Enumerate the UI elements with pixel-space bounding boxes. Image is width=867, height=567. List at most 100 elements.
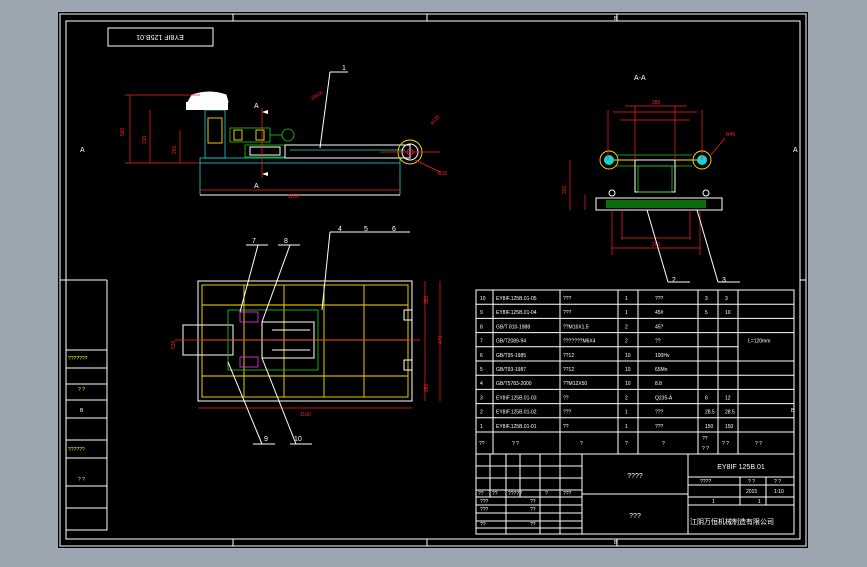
bom-cell-mat: 65Mn xyxy=(655,367,668,373)
callout-5: 5 xyxy=(364,226,368,233)
bom-cell-w1: 150 xyxy=(705,424,714,430)
tb-r1-0: ?? xyxy=(478,491,484,497)
tb-r4-1: ?? xyxy=(530,522,536,528)
bom-cell-mat: Q235-A xyxy=(655,395,673,401)
bom-cell-note: L=120mm xyxy=(748,339,770,345)
bom-cell-code: GB/T93-1987 xyxy=(496,367,526,373)
bom-cell-qty: 1 xyxy=(625,310,628,316)
dim-front-low: 250 xyxy=(172,145,178,154)
bom-cell-mat: 45# xyxy=(655,310,664,316)
callout-4: 4 xyxy=(338,226,342,233)
bom-h-total: ? ? xyxy=(722,441,729,447)
bom-h-note: ? ? xyxy=(755,441,762,447)
callout-7: 7 xyxy=(252,238,256,245)
bom-cell-code: EY8IF.125B.01-05 xyxy=(496,296,537,302)
bom-cell-w2: 150 xyxy=(725,424,734,430)
bom-cell-no: 10 xyxy=(480,296,486,302)
bom-cell-w2: 28.5 xyxy=(725,410,735,416)
dim-front-mid: 315 xyxy=(142,135,148,144)
bom-cell-code: GB/T5783-2000 xyxy=(496,381,532,387)
bom-cell-qty: 10 xyxy=(625,353,631,359)
bom-h-mat: ? xyxy=(662,441,665,447)
bom-cell-name: ?? xyxy=(563,424,569,430)
left-panel-row-1: ??????? xyxy=(68,356,88,362)
bom-cell-name: ??? xyxy=(563,310,572,316)
tb-sheet-b: 1 xyxy=(758,499,761,505)
callout-6: 6 xyxy=(392,226,396,233)
tb-meta-0: ???? xyxy=(700,479,711,485)
tb-r2-1: ?? xyxy=(530,499,536,505)
section-title: A-A xyxy=(634,75,646,82)
dim-top-w2: 470 xyxy=(438,335,444,344)
bom-cell-qty: 1 xyxy=(625,424,628,430)
bom-cell-code: EY8IF.125B.01-01 xyxy=(496,424,537,430)
bom-cell-qty: 1 xyxy=(625,296,628,302)
tb-r4-0: ?? xyxy=(480,522,486,528)
bom-cell-no: 3 xyxy=(480,395,483,401)
bom-cell-no: 2 xyxy=(480,410,483,416)
bom-cell-code: EY8IF.125B.01-02 xyxy=(496,410,537,416)
tb-r3-1: ?? xyxy=(530,507,536,513)
bom-cell-w1: 6 xyxy=(705,395,708,401)
bom-cell-qty: 10 xyxy=(625,367,631,373)
bom-cell-name: ?? xyxy=(563,395,569,401)
bom-cell-no: 6 xyxy=(480,353,483,359)
callout-2: 2 xyxy=(672,277,676,284)
bom-cell-name: ???????M6X4 xyxy=(563,339,596,345)
tb-r1-4: ??? xyxy=(563,491,572,497)
tb-sheet-a: 1 xyxy=(712,499,715,505)
dim-section-top: 280 xyxy=(652,100,661,106)
dim-front-height: 560 xyxy=(120,127,126,136)
bom-cell-code: GB/T2089-94 xyxy=(496,339,526,345)
tb-year: 2015 xyxy=(746,489,757,495)
callout-10: 10 xyxy=(294,436,302,443)
tb-r2-0: ??? xyxy=(480,499,489,505)
drawing-code: EY8IF 125B.01 xyxy=(717,464,765,471)
cad-drawing: B A A B B EY8IF 125B.01 ??????? ? ? B ??… xyxy=(58,12,808,548)
bom-cell-code: GB/T95-1985 xyxy=(496,353,526,359)
bom-cell-mat: 8.8 xyxy=(655,381,662,387)
code-box-text: EY8IF 125B.01 xyxy=(136,33,184,40)
bom-cell-name: ??12 xyxy=(563,353,574,359)
bom-cell-mat: ?? xyxy=(655,339,661,345)
bom-cell-w1: 5 xyxy=(705,310,708,316)
bom-cell-qty: 1 xyxy=(625,410,628,416)
bom-h-w1: ?? xyxy=(702,436,708,442)
bom-cell-name: ??M16X1.5 xyxy=(563,324,589,330)
callout-3: 3 xyxy=(722,277,726,284)
left-panel-row-4: ?????? xyxy=(68,447,85,453)
bom-cell-no: 9 xyxy=(480,310,483,316)
tb-meta-2: ? ? xyxy=(774,479,781,485)
bom-cell-code: EY8IF.125B.01-04 xyxy=(496,310,537,316)
bom-cell-mat: ??? xyxy=(655,296,664,302)
bom-cell-code: EY8IF.125B.01-03 xyxy=(496,395,537,401)
scale-text: ??? xyxy=(629,513,641,520)
dim-front-length: 1100 xyxy=(288,194,299,200)
bom-cell-name: ??? xyxy=(563,410,572,416)
zone-left: A xyxy=(80,147,85,154)
dim-top-stub: 530 xyxy=(171,340,177,349)
bom-cell-mat: ??? xyxy=(655,424,664,430)
dim-section-height: 320 xyxy=(562,185,568,194)
bom-cell-no: 8 xyxy=(480,324,483,330)
callout-1: 1 xyxy=(342,65,346,72)
bom-cell-code: GB/T 810-1988 xyxy=(496,324,530,330)
left-panel-row-5: ? ? xyxy=(78,477,85,483)
bom-cell-name: ??M12X50 xyxy=(563,381,587,387)
cad-canvas: B A A B B EY8IF 125B.01 ??????? ? ? B ??… xyxy=(0,0,867,562)
bom-cell-name: ??12 xyxy=(563,367,574,373)
svg-text:R45: R45 xyxy=(726,132,735,138)
dim-top-w1: 350 xyxy=(424,295,430,304)
bom-cell-mat: 100Hv xyxy=(655,353,670,359)
bom-cell-no: 5 xyxy=(480,367,483,373)
bom-cell-mat: ??? xyxy=(655,410,664,416)
bom-cell-qty: 2 xyxy=(625,339,628,345)
left-panel-row-2: ? ? xyxy=(78,387,85,393)
callout-8: 8 xyxy=(284,238,288,245)
bom-cell-no: 7 xyxy=(480,339,483,345)
bom-cell-w1: 3 xyxy=(705,296,708,302)
bom-cell-qty: 2 xyxy=(625,395,628,401)
bom-cell-mat: 45? xyxy=(655,324,664,330)
bom-h-no: ?? xyxy=(479,441,485,447)
bom-h-qty: ? xyxy=(625,441,628,447)
